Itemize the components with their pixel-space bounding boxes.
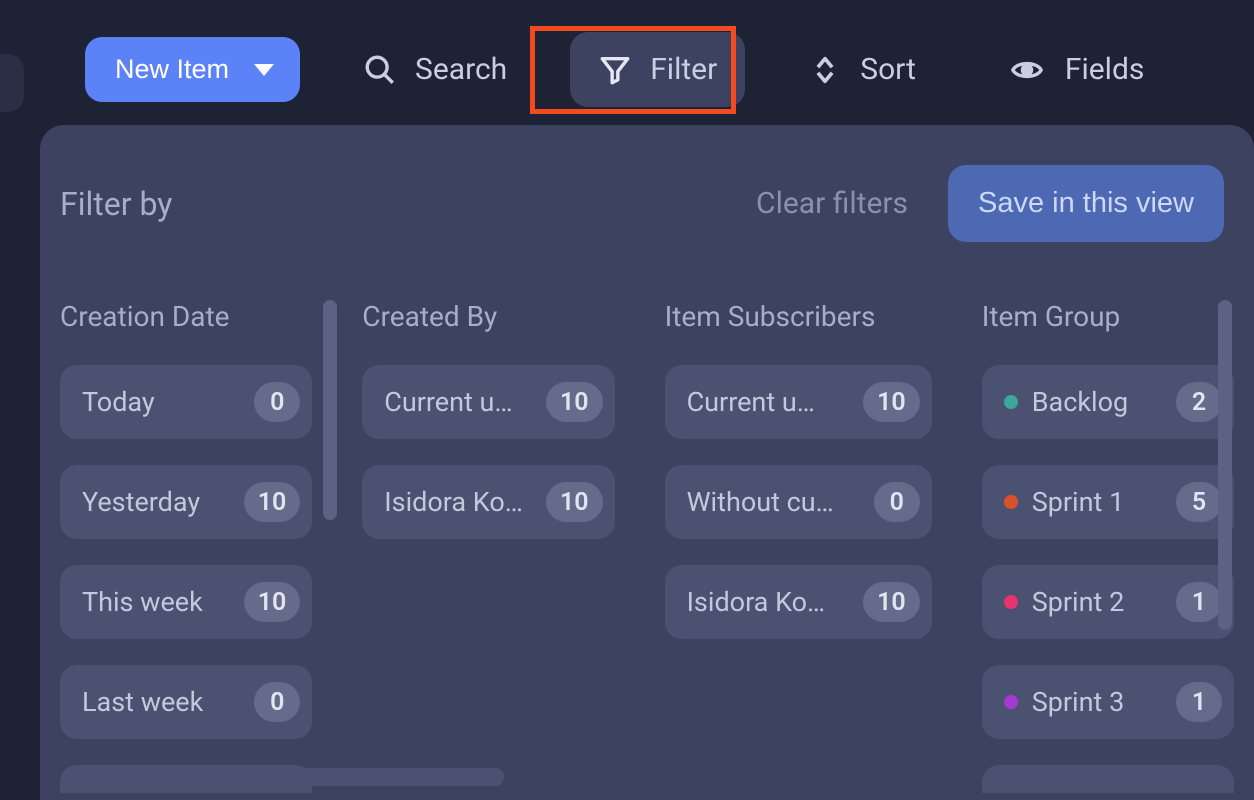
filter-option[interactable]: Current u… 10 xyxy=(362,365,614,439)
filter-option-label: Isidora Ko… xyxy=(384,486,536,518)
filter-option-label: Sprint 3 xyxy=(1032,686,1166,718)
filter-option[interactable]: Isidora Ko… 10 xyxy=(665,565,932,639)
panel-actions: Clear filters Save in this view xyxy=(756,165,1224,242)
filter-option[interactable]: Sprint 3 1 xyxy=(982,665,1234,739)
filter-option[interactable]: Sprint 2 1 xyxy=(982,565,1234,639)
filter-panel: Filter by Clear filters Save in this vie… xyxy=(40,125,1254,800)
count-badge: 0 xyxy=(254,382,300,422)
filter-option[interactable]: Current u… 10 xyxy=(665,365,932,439)
filter-icon xyxy=(598,53,632,87)
count-badge: 5 xyxy=(1176,482,1222,522)
filter-option-label: Sprint 2 xyxy=(1032,586,1166,618)
count-badge: 10 xyxy=(863,382,920,422)
new-item-button[interactable]: New Item xyxy=(85,37,300,102)
clear-filters-link[interactable]: Clear filters xyxy=(756,186,908,221)
color-dot xyxy=(1004,495,1018,509)
fields-icon xyxy=(1007,53,1047,87)
save-view-button[interactable]: Save in this view xyxy=(948,165,1224,242)
horizontal-scrollbar[interactable] xyxy=(64,768,504,786)
filter-option[interactable]: Isidora Ko… 10 xyxy=(362,465,614,539)
fields-label: Fields xyxy=(1065,52,1144,87)
filter-option[interactable]: Today 0 xyxy=(60,365,312,439)
filter-option-label: Today xyxy=(82,386,244,418)
count-badge: 2 xyxy=(1176,382,1222,422)
column-created-by: Created By Current u… 10 Isidora Ko… 10 xyxy=(362,300,614,793)
filter-option-label: Last week xyxy=(82,686,244,718)
col-title-created-by: Created By xyxy=(362,300,614,333)
filter-option[interactable]: Backlog 2 xyxy=(982,365,1234,439)
count-badge: 0 xyxy=(874,482,920,522)
search-icon xyxy=(363,53,397,87)
vertical-scrollbar[interactable] xyxy=(323,300,337,520)
count-badge: 1 xyxy=(1176,582,1222,622)
filter-option[interactable]: Last week 0 xyxy=(60,665,312,739)
color-dot xyxy=(1004,695,1018,709)
count-badge: 10 xyxy=(244,582,301,622)
filter-option-label: Isidora Ko… xyxy=(687,586,854,618)
filter-option-label: Sprint 1 xyxy=(1032,486,1166,518)
search-button[interactable]: Search xyxy=(335,32,535,107)
fields-button[interactable]: Fields xyxy=(979,32,1172,107)
col-title-creation-date: Creation Date xyxy=(60,300,312,333)
panel-header: Filter by Clear filters Save in this vie… xyxy=(60,165,1234,272)
left-edge-stub xyxy=(0,54,24,112)
count-badge: 0 xyxy=(254,682,300,722)
filter-option[interactable]: Yesterday 10 xyxy=(60,465,312,539)
filter-option-label: This week xyxy=(82,586,234,618)
new-item-label: New Item xyxy=(115,54,229,85)
count-badge: 10 xyxy=(244,482,301,522)
col-title-item-subscribers: Item Subscribers xyxy=(665,300,932,333)
chevron-down-icon xyxy=(254,64,274,76)
sort-label: Sort xyxy=(860,52,916,87)
count-badge: 10 xyxy=(546,382,603,422)
filter-option-label: Current u… xyxy=(384,386,536,418)
column-item-subscribers: Item Subscribers Current u… 10 Without c… xyxy=(665,300,932,793)
count-badge: 10 xyxy=(863,582,920,622)
color-dot xyxy=(1004,395,1018,409)
vertical-scrollbar-right[interactable] xyxy=(1218,300,1232,630)
sort-button[interactable]: Sort xyxy=(780,32,944,107)
column-creation-date: Creation Date Today 0 Yesterday 10 This … xyxy=(60,300,312,793)
toolbar: New Item Search Filter Sort xyxy=(0,0,1254,107)
filter-option-label: Yesterday xyxy=(82,486,234,518)
filter-option-label: Without cu… xyxy=(687,486,864,518)
column-item-group: Item Group Backlog 2 Sprint 1 5 Sprint 2… xyxy=(982,300,1234,793)
sort-icon xyxy=(808,53,842,87)
filter-option[interactable]: Sprint 1 5 xyxy=(982,465,1234,539)
count-badge: 1 xyxy=(1176,682,1222,722)
color-dot xyxy=(1004,595,1018,609)
filter-button[interactable]: Filter xyxy=(570,32,745,107)
filter-option-label: Current u… xyxy=(687,386,854,418)
count-badge: 10 xyxy=(546,482,603,522)
search-label: Search xyxy=(415,52,507,87)
filter-label: Filter xyxy=(650,52,717,87)
filter-option[interactable]: Without cu… 0 xyxy=(665,465,932,539)
filter-option-partial[interactable] xyxy=(982,765,1234,793)
panel-title: Filter by xyxy=(60,185,172,223)
filter-columns: Creation Date Today 0 Yesterday 10 This … xyxy=(60,300,1234,793)
col-title-item-group: Item Group xyxy=(982,300,1234,333)
filter-option-label: Backlog xyxy=(1032,386,1166,418)
filter-option[interactable]: This week 10 xyxy=(60,565,312,639)
